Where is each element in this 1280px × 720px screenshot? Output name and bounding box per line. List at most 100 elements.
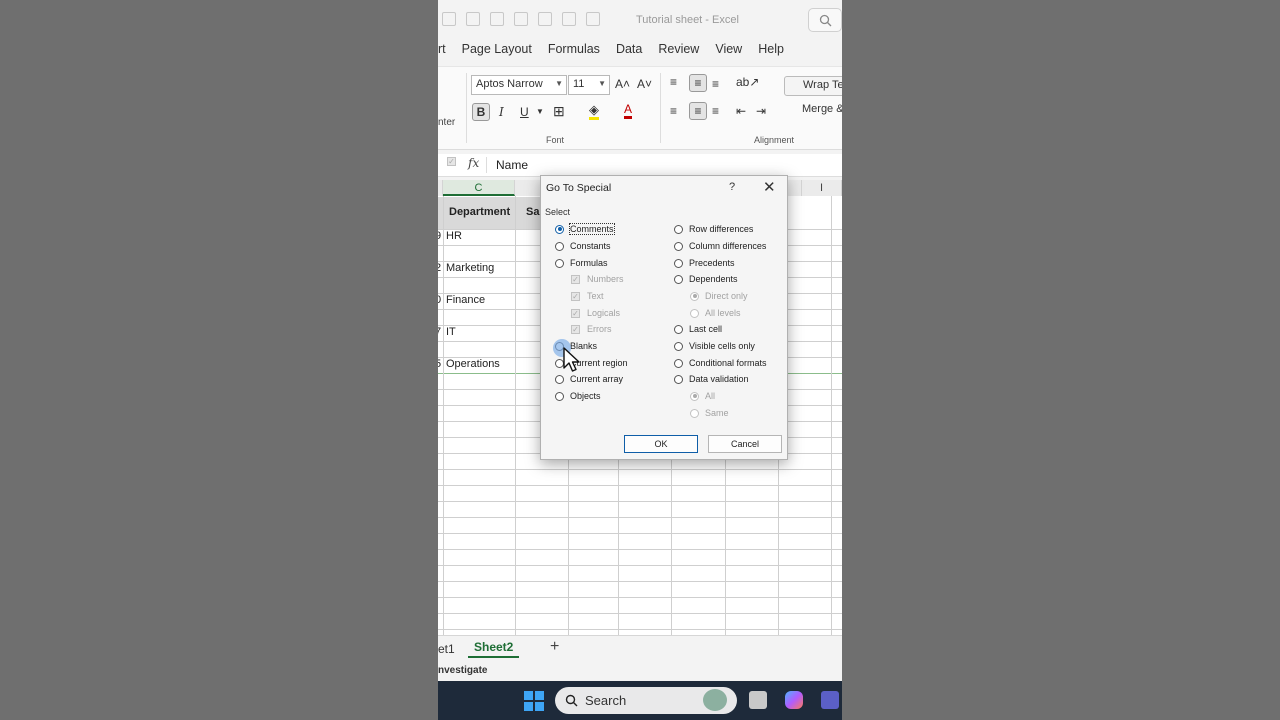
option-numbers[interactable]: ✓ Numbers bbox=[571, 274, 624, 284]
cell-department[interactable]: IT bbox=[446, 326, 456, 338]
option-data-validation[interactable]: Data validation bbox=[674, 374, 749, 384]
header-department[interactable]: Department bbox=[449, 206, 510, 218]
option-text[interactable]: ✓ Text bbox=[571, 291, 604, 301]
new-icon[interactable] bbox=[466, 12, 480, 26]
tab-insert[interactable]: rt bbox=[438, 42, 446, 64]
font-size-select[interactable]: 11 ▼ bbox=[568, 75, 610, 95]
cell-prefix[interactable]: 0 bbox=[438, 294, 441, 306]
option-all-levels[interactable]: All levels bbox=[690, 308, 741, 318]
formula-input[interactable]: Name bbox=[496, 158, 528, 172]
windows-start-icon[interactable] bbox=[524, 691, 544, 711]
tab-data[interactable]: Data bbox=[616, 42, 642, 64]
option-all[interactable]: All bbox=[690, 391, 715, 401]
quick-access-toolbar bbox=[442, 12, 600, 26]
align-left-icon[interactable]: ≡ bbox=[670, 104, 677, 118]
help-button[interactable]: ? bbox=[729, 181, 735, 193]
align-right-icon[interactable]: ≡ bbox=[712, 104, 719, 118]
decrease-indent-icon[interactable]: ⇤ bbox=[736, 104, 746, 118]
borders-icon[interactable]: ⊞ bbox=[553, 103, 565, 120]
option-constants[interactable]: Constants bbox=[555, 241, 611, 251]
option-same[interactable]: Same bbox=[690, 408, 729, 418]
radio-icon bbox=[690, 308, 699, 318]
format-painter-icon[interactable] bbox=[586, 12, 600, 26]
task-view-icon[interactable] bbox=[749, 691, 767, 709]
alignment-group-label: Alignment bbox=[754, 135, 795, 145]
decrease-font-icon[interactable]: A˅ bbox=[637, 77, 652, 91]
paste-icon[interactable] bbox=[562, 12, 576, 26]
add-sheet-button[interactable]: + bbox=[550, 638, 559, 656]
option-visible-cells-only[interactable]: Visible cells only bbox=[674, 341, 755, 351]
erase-icon[interactable] bbox=[538, 12, 552, 26]
sheet-tab-2[interactable]: Sheet2 bbox=[468, 638, 520, 658]
column-header-c[interactable]: C bbox=[443, 180, 515, 196]
option-precedents[interactable]: Precedents bbox=[674, 258, 735, 268]
align-top-icon[interactable]: ≡ bbox=[670, 75, 677, 89]
increase-indent-icon[interactable]: ⇥ bbox=[756, 104, 766, 118]
cell-prefix[interactable]: 2 bbox=[438, 262, 441, 274]
font-name-value: Aptos Narrow bbox=[476, 78, 543, 90]
save-icon[interactable] bbox=[442, 12, 456, 26]
taskbar-search[interactable]: Search bbox=[555, 687, 737, 714]
cell-prefix[interactable]: 7 bbox=[438, 326, 441, 338]
radio-icon bbox=[674, 358, 683, 368]
cell-department[interactable]: HR bbox=[446, 230, 462, 242]
option-dependents[interactable]: Dependents bbox=[674, 274, 738, 284]
copilot-icon[interactable] bbox=[785, 691, 803, 709]
merge-center-fragment[interactable]: nter bbox=[438, 117, 455, 128]
copy-icon[interactable] bbox=[490, 12, 504, 26]
close-button[interactable]: ✕ bbox=[763, 178, 776, 196]
dialog-title: Go To Special bbox=[546, 182, 612, 194]
header-salary[interactable]: Sa bbox=[526, 206, 539, 218]
wrap-text-button[interactable]: Wrap Tex bbox=[784, 76, 842, 96]
option-column-differences[interactable]: Column differences bbox=[674, 241, 766, 251]
option-last-cell[interactable]: Last cell bbox=[674, 324, 722, 334]
tab-help[interactable]: Help bbox=[758, 42, 784, 64]
option-logicals[interactable]: ✓ Logicals bbox=[571, 308, 620, 318]
fx-icon[interactable]: fx bbox=[468, 156, 479, 170]
option-label: Direct only bbox=[705, 291, 748, 301]
cut-icon[interactable] bbox=[514, 12, 528, 26]
radio-icon bbox=[674, 241, 683, 251]
teams-icon[interactable] bbox=[821, 691, 839, 709]
italic-button[interactable]: I bbox=[499, 105, 504, 119]
check-icon[interactable]: ✓ bbox=[447, 157, 456, 166]
cancel-button[interactable]: Cancel bbox=[708, 435, 782, 453]
cell-prefix[interactable]: 9 bbox=[438, 230, 441, 242]
cell-department[interactable]: Marketing bbox=[446, 262, 494, 274]
merge-center-button[interactable]: Merge & bbox=[784, 103, 842, 115]
font-color-button[interactable]: A bbox=[624, 102, 633, 119]
cell-department[interactable]: Finance bbox=[446, 294, 485, 306]
cell-department[interactable]: Operations bbox=[446, 358, 500, 370]
formula-bar: ✓ fx Name bbox=[438, 154, 842, 177]
ok-button[interactable]: OK bbox=[624, 435, 698, 453]
row-line bbox=[438, 549, 842, 550]
underline-button[interactable]: U bbox=[520, 105, 529, 119]
tab-view[interactable]: View bbox=[715, 42, 742, 64]
option-row-differences[interactable]: Row differences bbox=[674, 224, 753, 234]
option-objects[interactable]: Objects bbox=[555, 391, 601, 401]
chevron-down-icon: ▼ bbox=[555, 79, 563, 88]
option-conditional-formats[interactable]: Conditional formats bbox=[674, 358, 767, 368]
cell-prefix[interactable]: 5 bbox=[438, 358, 441, 370]
align-center-icon[interactable]: ≡ bbox=[689, 102, 707, 120]
font-name-select[interactable]: Aptos Narrow ▼ bbox=[471, 75, 567, 95]
orientation-icon[interactable]: ab↗ bbox=[736, 75, 759, 89]
bold-button[interactable]: B bbox=[472, 103, 490, 121]
tab-review[interactable]: Review bbox=[658, 42, 699, 64]
option-formulas[interactable]: Formulas bbox=[555, 258, 608, 268]
search-button[interactable] bbox=[808, 8, 842, 32]
align-middle-icon[interactable]: ≡ bbox=[689, 74, 707, 92]
fill-color-icon[interactable]: ◈ bbox=[589, 103, 599, 120]
row-line bbox=[438, 597, 842, 598]
column-header-i[interactable]: I bbox=[802, 180, 842, 196]
option-current-array[interactable]: Current array bbox=[555, 374, 623, 384]
option-errors[interactable]: ✓ Errors bbox=[571, 324, 612, 334]
chevron-down-icon[interactable]: ▼ bbox=[536, 107, 544, 116]
tab-formulas[interactable]: Formulas bbox=[548, 42, 600, 64]
option-comments[interactable]: Comments bbox=[555, 223, 615, 235]
increase-font-icon[interactable]: A˄ bbox=[615, 77, 630, 91]
sheet-tab-1[interactable]: et1 bbox=[438, 642, 455, 656]
tab-page-layout[interactable]: Page Layout bbox=[462, 42, 532, 64]
option-direct-only[interactable]: Direct only bbox=[690, 291, 748, 301]
align-bottom-icon[interactable]: ≡ bbox=[712, 77, 719, 91]
